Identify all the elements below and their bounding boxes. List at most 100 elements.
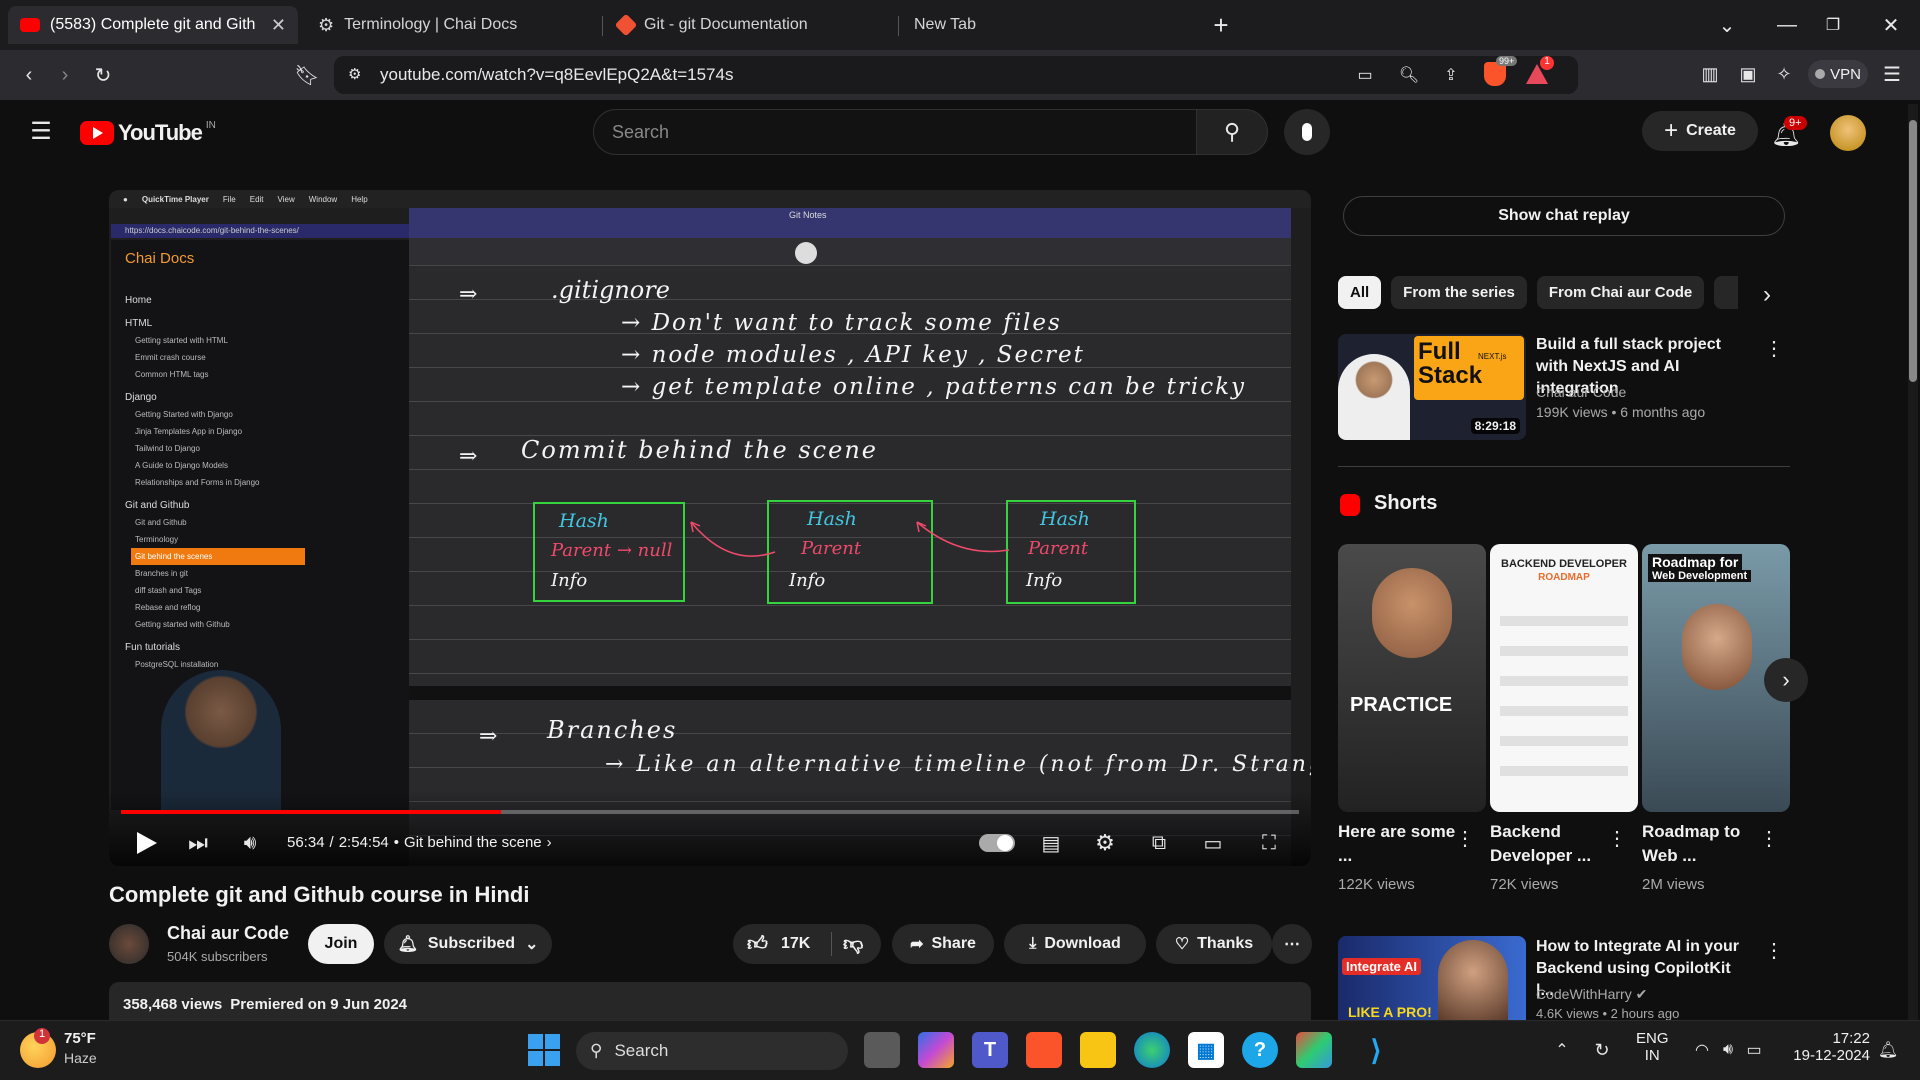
next-icon[interactable]: ⏭︎ <box>185 830 211 856</box>
recommendation-channel[interactable]: CodeWithHarry ✔ <box>1536 986 1647 1003</box>
menu-item: View <box>277 194 295 204</box>
description-box[interactable]: 358,468 views Premiered on 9 Jun 2024 <box>109 982 1311 1022</box>
chapter-title[interactable]: Git behind the scene <box>404 834 542 851</box>
tab-youtube[interactable]: (5583) Complete git and Github course in… <box>8 6 298 44</box>
dislike-icon[interactable]: 👎︎ <box>843 932 863 956</box>
language-indicator[interactable]: ENG IN <box>1636 1030 1669 1064</box>
help-icon[interactable]: ? <box>1242 1032 1278 1068</box>
join-button[interactable]: Join <box>308 924 374 964</box>
new-tab-plus-icon[interactable]: + <box>1206 10 1236 40</box>
tab-list-chevron-icon[interactable]: ⌄ <box>1712 10 1742 40</box>
tray-chevron-up-icon[interactable]: ⌃ <box>1550 1038 1574 1062</box>
recommendation-channel[interactable]: Chai aur Code <box>1536 384 1626 400</box>
reload-icon[interactable]: ↻ <box>88 60 118 90</box>
dev-app-icon[interactable] <box>1296 1032 1332 1068</box>
short-card[interactable]: PRACTICE <box>1338 544 1486 812</box>
copilot-icon[interactable] <box>918 1032 954 1068</box>
wallet-icon[interactable]: ▣ <box>1734 60 1762 88</box>
bookmark-icon[interactable]: 🔖︎ <box>292 60 322 90</box>
menu-icon[interactable]: ☰ <box>1878 60 1906 88</box>
kebab-menu-icon[interactable]: ⋮ <box>1764 938 1784 962</box>
channel-name[interactable]: Chai aur Code <box>167 923 289 944</box>
theater-mode-icon[interactable]: ▭ <box>1199 830 1227 856</box>
search-button[interactable]: ⚲ <box>1196 109 1268 155</box>
search-input[interactable]: Search <box>593 109 1197 155</box>
subscriber-count: 504K subscribers <box>167 949 268 964</box>
page-scrollbar[interactable] <box>1908 104 1918 1020</box>
window-close-icon[interactable]: ✕ <box>1876 10 1906 40</box>
scrollbar-thumb[interactable] <box>1909 120 1917 382</box>
show-chat-replay-button[interactable]: Show chat replay <box>1343 196 1785 236</box>
thanks-button[interactable]: ♡ Thanks <box>1156 924 1272 964</box>
brave-taskbar-icon[interactable] <box>1026 1032 1062 1068</box>
edge-icon[interactable] <box>1134 1032 1170 1068</box>
youtube-logo[interactable]: YouTube IN <box>80 120 216 146</box>
wifi-icon[interactable]: ◠ <box>1690 1038 1714 1062</box>
kebab-menu-icon[interactable]: ⋮ <box>1455 826 1475 850</box>
fullscreen-icon[interactable]: ⛶ <box>1255 830 1283 856</box>
taskbar-search[interactable]: ⚲ Search <box>576 1032 848 1070</box>
chips-next-chevron-icon[interactable]: › <box>1752 280 1782 310</box>
subscribed-button[interactable]: 🔔︎ Subscribed ⌄ <box>384 924 552 964</box>
vpn-button[interactable]: VPN <box>1808 60 1868 88</box>
windows-start-icon[interactable] <box>528 1034 560 1066</box>
autoplay-toggle[interactable] <box>979 834 1015 852</box>
like-icon[interactable]: 👍︎ <box>747 932 768 956</box>
tab-new[interactable]: New Tab <box>902 6 1192 44</box>
kebab-menu-icon[interactable]: ⋮ <box>1759 826 1779 850</box>
back-icon[interactable]: ‹ <box>14 60 44 90</box>
progress-bar[interactable] <box>121 810 1299 814</box>
kebab-menu-icon[interactable]: ⋮ <box>1607 826 1627 850</box>
recommendation-thumbnail[interactable]: Full Stack NEXT.js 8:29:18 <box>1338 334 1526 440</box>
avatar[interactable] <box>1830 115 1866 151</box>
restore-icon[interactable]: ❐ <box>1818 10 1848 40</box>
shorts-next-chevron-icon[interactable]: › <box>1764 658 1808 702</box>
battery-icon[interactable]: ▭ <box>1742 1038 1766 1062</box>
short-card[interactable]: BACKEND DEVELOPER ROADMAP <box>1490 544 1638 812</box>
create-button[interactable]: + Create <box>1642 111 1758 151</box>
tab-git-docs[interactable]: Git - git Documentation <box>606 6 896 44</box>
voice-search-button[interactable] <box>1284 109 1330 155</box>
speaker-icon[interactable]: 🔊︎ <box>1716 1038 1740 1062</box>
chip-series[interactable]: From the series <box>1391 276 1527 309</box>
share-button[interactable]: ➦ Share <box>892 924 994 964</box>
teams-icon[interactable]: T <box>972 1032 1008 1068</box>
url-bar[interactable]: ⚙ youtube.com/watch?v=q8EevlEpQ2A&t=1574… <box>334 56 1578 94</box>
share-icon[interactable]: ⇪ <box>1438 62 1464 88</box>
site-settings-icon[interactable]: ⚙ <box>348 65 361 83</box>
video-player[interactable]: ● QuickTime Player File Edit View Window… <box>109 190 1311 866</box>
clock[interactable]: 17:22 19-12-2024 <box>1786 1030 1870 1064</box>
volume-icon[interactable]: 🔊︎ <box>237 830 263 856</box>
download-button[interactable]: ⤓ Download <box>1004 924 1146 964</box>
chip-channel[interactable]: From Chai aur Code <box>1536 276 1705 309</box>
forward-icon[interactable]: › <box>50 60 80 90</box>
sync-icon[interactable]: ↻ <box>1590 1038 1614 1062</box>
kebab-menu-icon[interactable]: ⋮ <box>1764 336 1784 360</box>
cast-icon[interactable]: ▭ <box>1352 62 1378 88</box>
short-title[interactable]: Backend Developer ... <box>1490 820 1610 868</box>
tab-label: (5583) Complete git and Github course in… <box>50 16 256 33</box>
subtitles-icon[interactable]: ▤ <box>1037 830 1065 856</box>
tab-chai-docs[interactable]: ⚙ Terminology | Chai Docs <box>306 6 596 44</box>
short-title[interactable]: Here are some ... <box>1338 820 1458 868</box>
settings-gear-icon[interactable]: ⚙ <box>1091 830 1119 856</box>
close-icon[interactable]: ✕ <box>271 15 286 36</box>
sidebar-toggle-icon[interactable]: ▥ <box>1696 60 1724 88</box>
leo-ai-icon[interactable]: ✧ <box>1770 60 1798 88</box>
miniplayer-icon[interactable]: ⧉ <box>1145 830 1173 856</box>
minimize-icon[interactable]: — <box>1772 10 1802 40</box>
play-button[interactable] <box>133 830 159 856</box>
file-explorer-icon[interactable] <box>1080 1032 1116 1068</box>
more-actions-icon[interactable]: ⋯ <box>1272 924 1312 964</box>
recommendation-thumbnail[interactable]: Integrate AI LIKE A PRO! <box>1338 936 1526 1020</box>
chip-all[interactable]: All <box>1338 276 1382 309</box>
store-icon[interactable]: ▦ <box>1188 1032 1224 1068</box>
youtube-play-icon <box>80 121 114 145</box>
short-title[interactable]: Roadmap to Web ... <box>1642 820 1762 868</box>
channel-avatar[interactable] <box>109 924 149 964</box>
task-view-icon[interactable] <box>864 1032 900 1068</box>
hamburger-menu-icon[interactable]: ☰ <box>26 116 56 146</box>
notification-center-icon[interactable]: 🔔︎ <box>1876 1038 1900 1062</box>
zoom-icon[interactable]: 🔍︎ <box>1396 62 1422 88</box>
vscode-icon[interactable]: ⟩ <box>1358 1032 1394 1068</box>
